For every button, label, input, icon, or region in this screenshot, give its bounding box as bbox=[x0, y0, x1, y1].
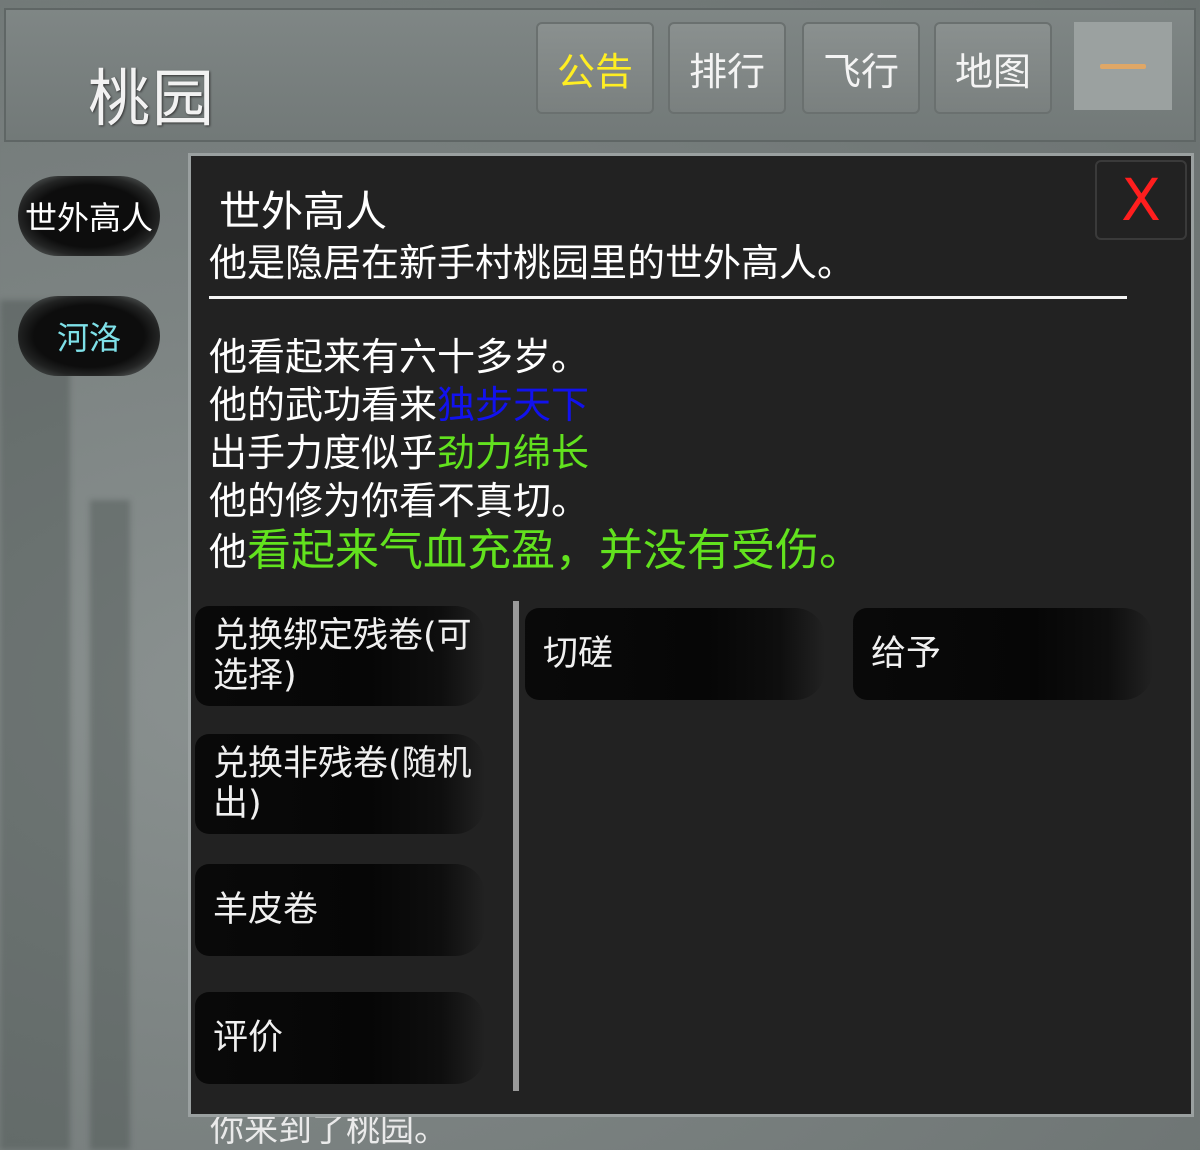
skill-value: 独步天下 bbox=[437, 383, 590, 427]
spar-button[interactable]: 切磋 bbox=[525, 608, 825, 700]
health-prefix: 他 bbox=[209, 530, 248, 574]
action-label: 兑换绑定残卷(可选择) bbox=[213, 615, 472, 696]
npc-description: 他是隐居在新手村桃园里的世外高人。 bbox=[209, 241, 856, 285]
sheepskin-scroll-button[interactable]: 羊皮卷 bbox=[195, 864, 485, 956]
background-tree bbox=[0, 300, 70, 1150]
age-line: 他看起来有六十多岁。 bbox=[209, 335, 590, 379]
exchange-bound-scroll-button[interactable]: 兑换绑定残卷(可选择) bbox=[195, 606, 485, 706]
close-button[interactable]: X bbox=[1095, 160, 1187, 240]
force-value: 劲力绵长 bbox=[437, 431, 590, 475]
npc-name: 世外高人 bbox=[219, 187, 388, 236]
action-label: 兑换非残卷(随机出) bbox=[213, 743, 472, 824]
action-label: 切磋 bbox=[543, 633, 614, 674]
health-value: 看起来气血充盈，并没有受伤。 bbox=[247, 525, 864, 576]
notice-button[interactable]: 公告 bbox=[536, 22, 654, 114]
npc-tag-heluo[interactable]: 河洛 bbox=[18, 296, 160, 376]
exchange-random-scroll-button[interactable]: 兑换非残卷(随机出) bbox=[195, 734, 485, 834]
npc-tag-hermit[interactable]: 世外高人 bbox=[18, 176, 160, 256]
column-divider bbox=[513, 601, 519, 1091]
map-button[interactable]: 地图 bbox=[934, 22, 1052, 114]
evaluate-button[interactable]: 评价 bbox=[195, 992, 485, 1084]
background-tree bbox=[90, 500, 130, 1150]
force-prefix: 出手力度似乎 bbox=[209, 431, 438, 475]
action-label: 羊皮卷 bbox=[213, 889, 319, 930]
npc-dialog: X 世外高人 他是隐居在新手村桃园里的世外高人。 他看起来有六十多岁。 他的武功… bbox=[188, 153, 1194, 1117]
menu-button[interactable] bbox=[1074, 22, 1172, 110]
action-label: 评价 bbox=[213, 1017, 284, 1058]
ranking-button[interactable]: 排行 bbox=[668, 22, 786, 114]
action-label: 给予 bbox=[871, 633, 942, 674]
scene-title: 桃园 bbox=[88, 62, 217, 135]
fly-button[interactable]: 飞行 bbox=[802, 22, 920, 114]
give-button[interactable]: 给予 bbox=[853, 608, 1153, 700]
skill-prefix: 他的武功看来 bbox=[209, 383, 438, 427]
health-line: 他看起来气血充盈，并没有受伤。 bbox=[209, 514, 863, 578]
divider bbox=[209, 296, 1127, 299]
menu-dash-icon bbox=[1100, 63, 1146, 69]
skill-line: 他的武功看来独步天下 bbox=[209, 374, 589, 429]
force-line: 出手力度似乎劲力绵长 bbox=[209, 422, 589, 477]
